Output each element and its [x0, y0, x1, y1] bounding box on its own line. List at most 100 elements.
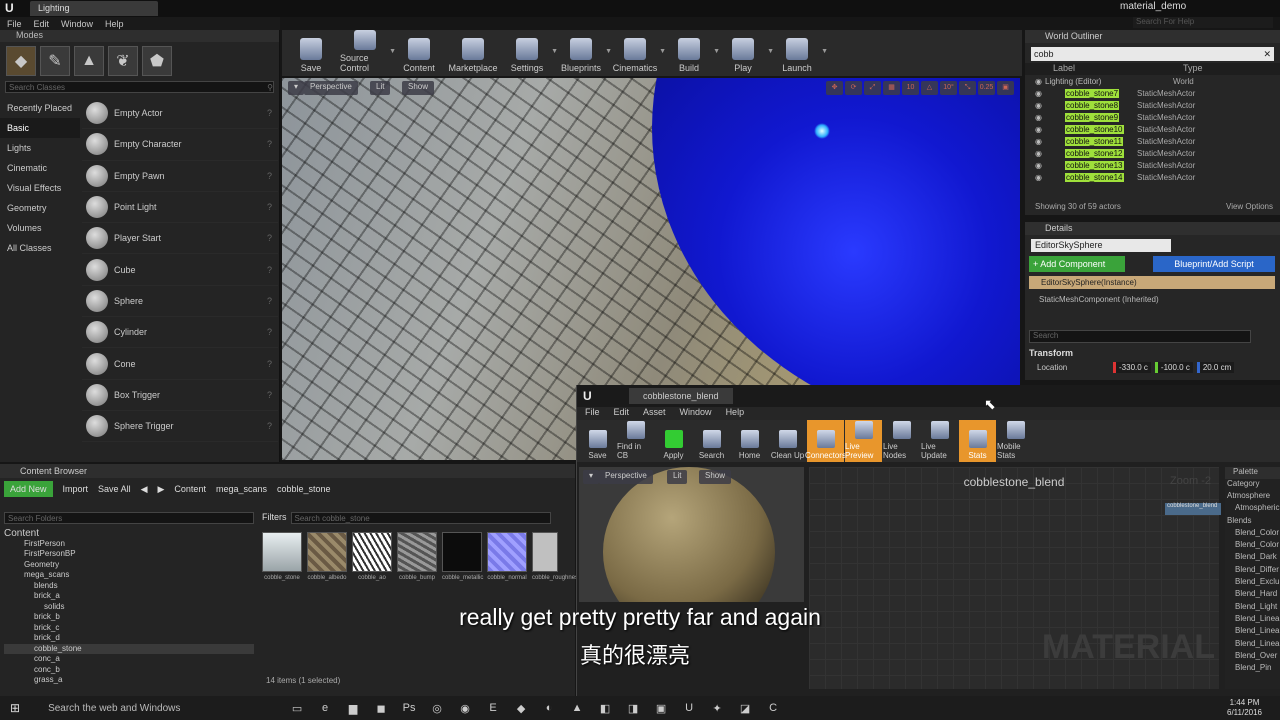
- store-icon[interactable]: ◼: [372, 699, 390, 717]
- actor-item[interactable]: Sphere Trigger?: [82, 411, 278, 443]
- help-icon[interactable]: ?: [267, 265, 272, 275]
- photos-icon[interactable]: ▲: [568, 699, 586, 717]
- find-in-cb-button[interactable]: Find in CB: [617, 420, 654, 462]
- asset-tile[interactable]: cobble_albedo: [307, 532, 347, 581]
- material-preview-viewport[interactable]: ▾ Perspective Lit Show: [579, 467, 804, 602]
- actor-item[interactable]: Point Light?: [82, 192, 278, 224]
- help-icon[interactable]: ?: [267, 108, 272, 118]
- folder-item[interactable]: FirstPersonBP: [4, 549, 254, 560]
- add-component-button[interactable]: + Add Component: [1029, 256, 1125, 272]
- save-button[interactable]: Save: [286, 30, 336, 76]
- content-button[interactable]: Content: [394, 30, 444, 76]
- back-icon[interactable]: ◀: [141, 484, 148, 495]
- table-row[interactable]: ◉ cobble_stone12 StaticMeshActor: [1025, 147, 1280, 159]
- palette-item[interactable]: Atmospheric: [1225, 503, 1280, 515]
- grid-icon[interactable]: ▦: [883, 81, 900, 95]
- category-cinematic[interactable]: Cinematic: [0, 158, 80, 178]
- landscape-mode-icon[interactable]: ▲: [74, 46, 104, 76]
- me-save-button[interactable]: Save: [579, 420, 616, 462]
- taskbar-search[interactable]: Search the web and Windows: [48, 703, 278, 714]
- app-icon[interactable]: ◐: [540, 699, 558, 717]
- actor-item[interactable]: Empty Actor?: [82, 98, 278, 130]
- palette-item[interactable]: Blend_Differ: [1225, 565, 1280, 577]
- folder-item[interactable]: conc_a: [4, 654, 254, 665]
- import-button[interactable]: Import: [63, 484, 89, 494]
- palette-item[interactable]: Blend_Linea: [1225, 614, 1280, 626]
- home-button[interactable]: Home: [731, 420, 768, 462]
- blueprint-add-script-button[interactable]: Blueprint/Add Script: [1153, 256, 1275, 272]
- live-update-button[interactable]: Live Update: [921, 420, 958, 462]
- forward-icon[interactable]: ▶: [158, 484, 165, 495]
- actor-item[interactable]: Sphere?: [82, 286, 278, 318]
- folder-item[interactable]: FirstPerson: [4, 539, 254, 550]
- close-icon[interactable]: ✕: [1263, 49, 1271, 60]
- component-instance-row[interactable]: EditorSkySphere(Instance): [1029, 276, 1275, 289]
- preview-show-button[interactable]: Show: [699, 470, 732, 484]
- breadcrumb-cobble-stone[interactable]: cobble_stone: [277, 484, 331, 494]
- palette-item[interactable]: Blend_Over: [1225, 651, 1280, 663]
- preview-perspective-button[interactable]: Perspective: [599, 470, 653, 484]
- actor-item[interactable]: Empty Pawn?: [82, 161, 278, 192]
- folder-item[interactable]: brick_b: [4, 612, 254, 623]
- folder-item[interactable]: brick_a: [4, 591, 254, 602]
- details-search-input[interactable]: Search: [1029, 330, 1251, 343]
- help-icon[interactable]: ?: [267, 171, 272, 181]
- rotate-icon[interactable]: ⟳: [845, 81, 862, 95]
- help-search-input[interactable]: Search For Help: [1133, 17, 1273, 28]
- angle-value[interactable]: 10°: [940, 81, 957, 95]
- add-new-button[interactable]: Add New: [4, 481, 53, 497]
- photoshop-icon[interactable]: Ps: [400, 699, 418, 717]
- actor-name-field[interactable]: EditorSkySphere: [1031, 239, 1171, 252]
- folder-item[interactable]: blends: [4, 581, 254, 592]
- angle-icon[interactable]: △: [921, 81, 938, 95]
- content-browser-tab[interactable]: Content Browser: [0, 464, 575, 478]
- app-icon[interactable]: ◨: [624, 699, 642, 717]
- asset-tile[interactable]: cobble_normal: [487, 532, 527, 581]
- connectors-button[interactable]: Connectors: [805, 420, 846, 462]
- category-all-classes[interactable]: All Classes: [0, 238, 80, 258]
- geometry-mode-icon[interactable]: ⬟: [142, 46, 172, 76]
- eye-icon[interactable]: ◉: [1035, 125, 1045, 134]
- table-row[interactable]: ◉ cobble_stone9 StaticMeshActor: [1025, 111, 1280, 123]
- eye-icon[interactable]: ◉: [1035, 173, 1045, 182]
- search-button[interactable]: Search: [693, 420, 730, 462]
- palette-tab[interactable]: Palette: [1225, 467, 1280, 479]
- transform-section[interactable]: Transform: [1029, 348, 1073, 358]
- palette-item[interactable]: Blend_Hard: [1225, 589, 1280, 601]
- paint-mode-icon[interactable]: ✎: [40, 46, 70, 76]
- label-column[interactable]: Label: [1053, 63, 1183, 75]
- category-lights[interactable]: Lights: [0, 138, 80, 158]
- material-node[interactable]: cobblestone_blend: [1165, 503, 1221, 515]
- taskbar-clock[interactable]: 1:44 PM 6/11/2016: [1227, 698, 1262, 718]
- chrome-icon[interactable]: ◉: [456, 699, 474, 717]
- app-icon[interactable]: ◪: [736, 699, 754, 717]
- actor-item[interactable]: Box Trigger?: [82, 380, 278, 411]
- table-row[interactable]: ◉ cobble_stone8 StaticMeshActor: [1025, 99, 1280, 111]
- play-button[interactable]: Play ▼: [718, 30, 774, 76]
- category-volumes[interactable]: Volumes: [0, 218, 80, 238]
- outliner-search-input[interactable]: cobb ✕: [1031, 47, 1274, 61]
- menu-edit[interactable]: Edit: [34, 19, 50, 29]
- search-assets-input[interactable]: Search cobble_stone: [290, 512, 551, 524]
- palette-item[interactable]: Blend_Linea: [1225, 639, 1280, 651]
- actor-item[interactable]: Empty Character?: [82, 129, 278, 161]
- table-row[interactable]: ◉ cobble_stone7 StaticMeshActor: [1025, 87, 1280, 99]
- blueprints-button[interactable]: Blueprints ▼: [556, 30, 612, 76]
- app-icon[interactable]: ◎: [428, 699, 446, 717]
- perspective-button[interactable]: Perspective: [304, 81, 358, 95]
- clean-up-button[interactable]: Clean Up: [769, 420, 806, 462]
- preview-menu-button[interactable]: ▾: [583, 470, 600, 484]
- asset-tile[interactable]: cobble_metallic: [442, 532, 483, 581]
- location-z-field[interactable]: 20.0 cm: [1196, 362, 1235, 373]
- palette-item[interactable]: Blend_Light: [1225, 602, 1280, 614]
- breadcrumb-mega-scans[interactable]: mega_scans: [216, 484, 267, 494]
- help-icon[interactable]: ?: [267, 327, 272, 337]
- lit-button[interactable]: Lit: [370, 81, 391, 95]
- foliage-mode-icon[interactable]: ❦: [108, 46, 138, 76]
- scale-icon[interactable]: ⤢: [864, 81, 881, 95]
- category-recently-placed[interactable]: Recently Placed: [0, 98, 80, 118]
- search-folders-input[interactable]: Search Folders: [4, 512, 254, 524]
- scale-snap-icon[interactable]: ⤡: [959, 81, 976, 95]
- me-menu-window[interactable]: Window: [680, 407, 712, 420]
- eye-icon[interactable]: ◉: [1035, 113, 1045, 122]
